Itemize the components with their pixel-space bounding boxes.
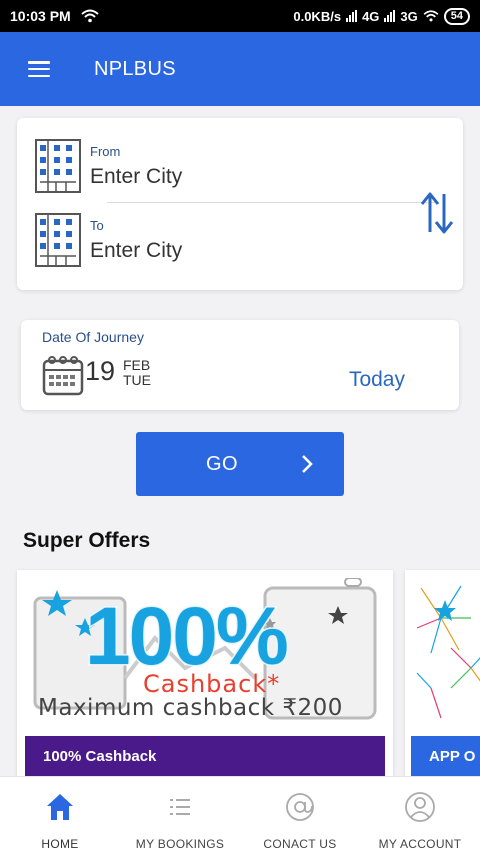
nav-label: MY BOOKINGS (135, 837, 225, 851)
network-speed: 0.0KB/s (293, 8, 342, 24)
date-of-journey-card[interactable]: Date Of Journey 19 FEB TUE Today (21, 320, 459, 410)
nav-label: MY ACCOUNT (378, 837, 462, 851)
battery-indicator: 54 (443, 7, 470, 25)
date-month: FEB (123, 357, 151, 373)
from-label: From (90, 143, 121, 159)
signal-icon (384, 10, 396, 22)
home-icon (47, 794, 73, 820)
go-label: GO (206, 452, 239, 475)
nav-label: CONACT US (263, 837, 337, 851)
bottom-navigation: HOME MY BOOKINGS CONACT US MY ACCOUNT (0, 776, 480, 853)
date-weekday: TUE (123, 372, 151, 388)
wifi-icon (423, 10, 439, 22)
city-selection-card: From Enter City To Enter City (17, 118, 463, 290)
offer-card[interactable]: 100% Cashback* Maximum cashback ₹200 100… (17, 570, 393, 776)
at-icon (286, 793, 314, 821)
calendar-icon (42, 356, 84, 396)
offer-fireworks-art (416, 585, 480, 719)
status-time: 10:03 PM (10, 8, 71, 24)
chevron-right-icon (302, 455, 313, 473)
nav-label: HOME (41, 837, 79, 851)
offer-cashback-word: Cashback* (143, 670, 281, 698)
app-bar: NPLBUS (0, 32, 480, 106)
go-button[interactable]: GO (136, 432, 344, 496)
offer-footer: 100% Cashback (25, 736, 385, 776)
offer-footer: APP O (411, 736, 480, 776)
to-city-value: Enter City (90, 238, 183, 262)
date-label: Date Of Journey (42, 329, 144, 345)
offer-card[interactable]: APP O (405, 570, 480, 776)
building-icon (35, 139, 81, 193)
offers-title: Super Offers (23, 529, 151, 552)
network-type-b: 3G (400, 8, 418, 24)
nav-contact-us[interactable]: CONACT US (240, 777, 360, 853)
app-title: NPLBUS (94, 57, 176, 80)
nav-home[interactable]: HOME (0, 777, 120, 853)
wifi-icon (81, 9, 99, 23)
menu-icon[interactable] (28, 61, 50, 77)
building-icon (35, 213, 81, 267)
offer-max-cashback: Maximum cashback ₹200 (38, 695, 343, 721)
list-icon (170, 799, 190, 815)
signal-icon (346, 10, 358, 22)
to-city-field[interactable]: To Enter City (34, 212, 182, 268)
to-label: To (90, 217, 104, 233)
divider (107, 202, 437, 203)
user-icon (405, 792, 435, 822)
network-type-a: 4G (362, 8, 380, 24)
nav-my-bookings[interactable]: MY BOOKINGS (120, 777, 240, 853)
date-day: 19 (85, 356, 116, 386)
nav-my-account[interactable]: MY ACCOUNT (360, 777, 480, 853)
from-city-field[interactable]: From Enter City (34, 138, 182, 194)
swap-icon[interactable] (419, 190, 455, 236)
from-city-value: Enter City (90, 164, 183, 188)
today-button[interactable]: Today (349, 368, 405, 392)
status-bar: 10:03 PM 0.0KB/s 4G 3G 54 (0, 0, 480, 32)
offer-banner: 100% Cashback* Maximum cashback ₹200 (25, 578, 385, 736)
